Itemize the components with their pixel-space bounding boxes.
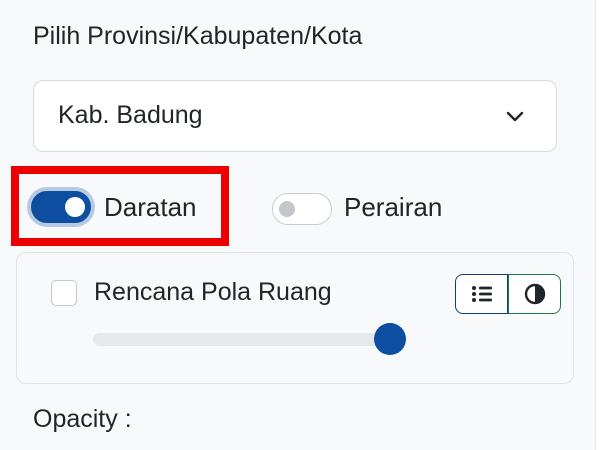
layer-card: Rencana Pola Ruang xyxy=(16,252,574,384)
list-icon xyxy=(471,286,492,302)
perairan-label[interactable]: Perairan xyxy=(344,192,442,223)
opacity-button[interactable] xyxy=(508,274,561,314)
opacity-label: Opacity : xyxy=(33,405,132,433)
layer-title: Rencana Pola Ruang xyxy=(94,278,332,306)
opacity-slider-track[interactable] xyxy=(93,333,393,346)
region-label: Pilih Provinsi/Kabupaten/Kota xyxy=(33,22,363,50)
perairan-toggle[interactable] xyxy=(272,193,332,225)
opacity-slider-thumb[interactable] xyxy=(374,323,406,355)
layer-checkbox[interactable] xyxy=(51,280,77,306)
toggle-knob xyxy=(279,201,295,217)
sidebar-panel: Pilih Provinsi/Kabupaten/Kota Kab. Badun… xyxy=(0,0,596,450)
chevron-down-icon xyxy=(506,111,524,122)
highlight-annotation xyxy=(11,166,229,246)
region-select-value: Kab. Badung xyxy=(58,101,203,129)
layer-button-group xyxy=(455,274,561,314)
legend-button[interactable] xyxy=(455,274,508,314)
region-select[interactable]: Kab. Badung xyxy=(33,80,557,152)
contrast-icon xyxy=(524,283,545,305)
scrollbar[interactable] xyxy=(595,0,608,450)
